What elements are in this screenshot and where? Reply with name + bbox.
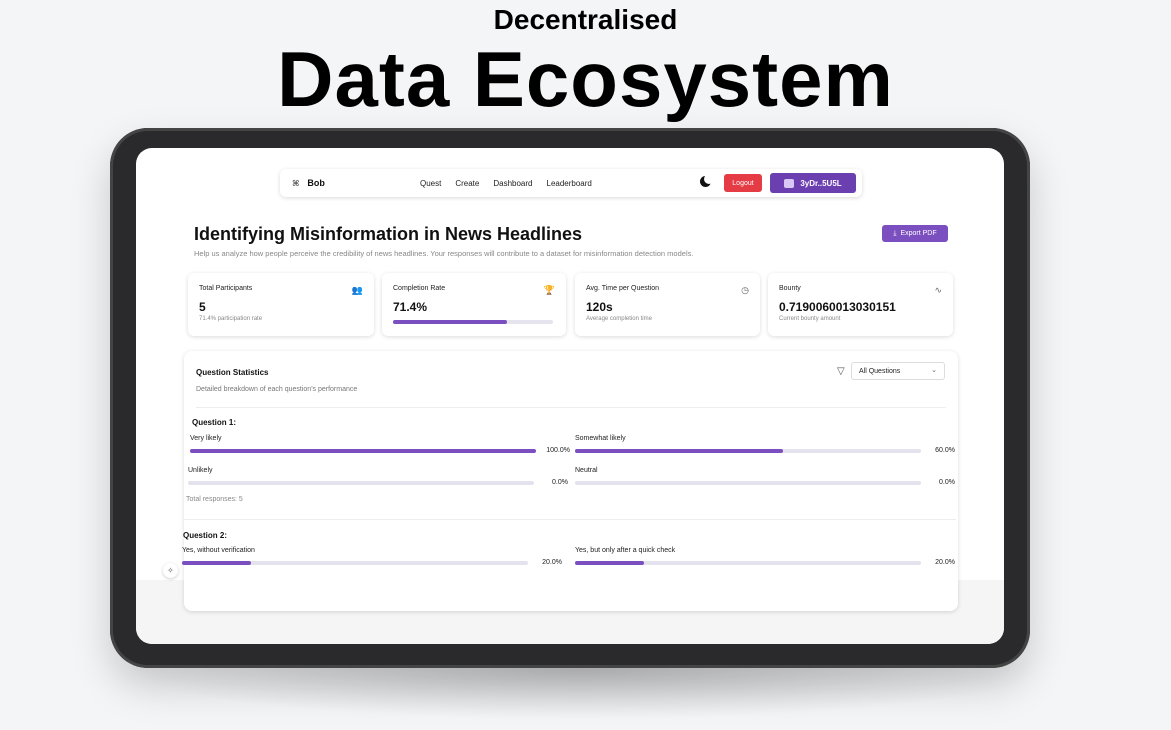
hero-subtitle: Decentralised: [493, 4, 678, 35]
option-label: Unlikely: [188, 467, 213, 474]
dark-mode-moon-icon[interactable]: [700, 174, 714, 187]
clock-icon: ◷: [741, 285, 749, 295]
option-percent: 20.0%: [935, 559, 955, 566]
card-subtext: Average completion time: [586, 316, 652, 322]
nav-link-leaderboard[interactable]: Leaderboard: [547, 179, 592, 188]
option-bar: [188, 480, 534, 485]
stat-card-completion: Completion Rate 🏆 71.4%: [382, 273, 566, 336]
activity-icon: ∿: [934, 285, 942, 295]
option-percent: 20.0%: [542, 559, 562, 566]
card-value: 0.7190060013030151: [779, 300, 896, 314]
option-label: Very likely: [190, 435, 222, 442]
nav-links: Quest Create Dashboard Leaderboard: [420, 179, 592, 188]
brand-logo-icon: ⌘: [292, 178, 300, 188]
option-percent: 0.0%: [939, 479, 955, 486]
q1-total-responses: Total responses: 5: [186, 496, 243, 503]
option-bar: [575, 448, 921, 453]
assistant-sparkle-icon[interactable]: ✧: [163, 563, 178, 578]
option-bar-fill: [575, 448, 783, 453]
export-pdf-label: Export PDF: [900, 230, 937, 237]
tablet-screen: ⌘ Bob Quest Create Dashboard Leaderboard…: [136, 148, 1004, 644]
option-label: Somewhat likely: [575, 435, 626, 442]
page-title: Identifying Misinformation in News Headl…: [194, 224, 583, 244]
option-label: Yes, without verification: [182, 547, 255, 554]
page-description: Help us analyze how people perceive the …: [194, 249, 694, 258]
option-percent: 100.0%: [546, 447, 570, 454]
card-value: 5: [199, 300, 206, 314]
question-filter-select[interactable]: All Questions ⌄: [851, 362, 945, 380]
card-label: Completion Rate: [393, 285, 446, 292]
stat-card-participants: Total Participants 👥 5 71.4% participati…: [188, 273, 374, 336]
stats-description: Detailed breakdown of each question's pe…: [196, 386, 358, 393]
option-bar: [190, 448, 536, 453]
question-1-title: Question 1:: [192, 418, 237, 427]
card-value: 71.4%: [393, 300, 428, 314]
card-label: Avg. Time per Question: [586, 285, 660, 292]
card-label: Bounty: [779, 285, 801, 292]
completion-progress-bar: [393, 320, 553, 324]
option-bar-fill: [190, 448, 536, 453]
divider: [184, 519, 956, 520]
stat-card-bounty: Bounty ∿ 0.7190060013030151 Current boun…: [768, 273, 953, 336]
nav-link-quest[interactable]: Quest: [420, 179, 441, 188]
card-subtext: Current bounty amount: [779, 316, 841, 322]
q1-option-somewhat-likely: Somewhat likely 60.0%: [575, 435, 955, 454]
trophy-icon: 🏆: [543, 285, 555, 295]
option-label: Yes, but only after a quick check: [575, 547, 676, 554]
hero-title: Data Ecosystem: [277, 35, 894, 123]
card-subtext: 71.4% participation rate: [199, 316, 263, 322]
card-label: Total Participants: [199, 285, 253, 292]
stats-title: Question Statistics: [196, 368, 269, 377]
brand[interactable]: ⌘ Bob: [292, 178, 325, 188]
wallet-icon: [784, 178, 795, 188]
option-bar-fill: [182, 560, 252, 565]
top-navbar: ⌘ Bob Quest Create Dashboard Leaderboard…: [280, 169, 862, 197]
wallet-address: 3yDr..5U5L: [800, 178, 842, 188]
option-bar: [182, 560, 528, 565]
filter-selected-value: All Questions: [859, 367, 901, 375]
option-bar-fill: [575, 560, 645, 565]
question-2-title: Question 2:: [183, 531, 228, 540]
option-bar: [575, 560, 921, 565]
card-value: 120s: [586, 300, 613, 314]
option-percent: 0.0%: [552, 479, 568, 486]
logout-button[interactable]: Logout: [724, 174, 762, 192]
nav-link-create[interactable]: Create: [455, 179, 479, 188]
completion-progress-fill: [393, 320, 508, 324]
download-icon: ⤓: [893, 229, 897, 237]
q1-option-very-likely: Very likely 100.0%: [190, 435, 570, 454]
divider: [196, 407, 946, 408]
brand-name: Bob: [307, 178, 325, 188]
nav-link-dashboard[interactable]: Dashboard: [493, 179, 532, 188]
chevron-down-icon: ⌄: [931, 367, 937, 374]
option-label: Neutral: [575, 467, 598, 474]
q2-option-yes-after-quick-check: Yes, but only after a quick check 20.0%: [575, 547, 955, 566]
wallet-button[interactable]: 3yDr..5U5L: [770, 173, 856, 193]
export-pdf-button[interactable]: ⤓ Export PDF: [882, 225, 948, 242]
q1-option-unlikely: Unlikely 0.0%: [188, 467, 568, 486]
q2-option-yes-without-verification: Yes, without verification 20.0%: [182, 547, 562, 566]
option-bar: [575, 480, 921, 485]
filter-icon: ▽: [837, 366, 845, 377]
users-icon: 👥: [351, 285, 363, 295]
question-statistics-panel: Question Statistics Detailed breakdown o…: [182, 351, 958, 611]
option-percent: 60.0%: [935, 447, 955, 454]
stat-card-avg-time: Avg. Time per Question ◷ 120s Average co…: [575, 273, 760, 336]
q1-option-neutral: Neutral 0.0%: [575, 467, 955, 486]
